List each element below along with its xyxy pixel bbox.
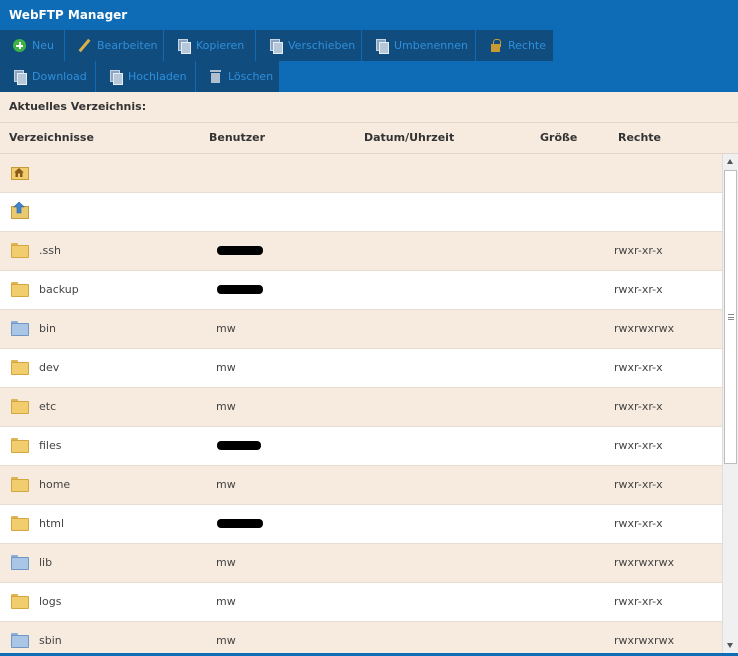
- parent-folder-icon: [11, 202, 29, 219]
- file-name[interactable]: sbin: [39, 622, 62, 653]
- move-button[interactable]: Verschieben: [256, 30, 361, 61]
- rename-icon: [375, 39, 389, 54]
- table-row[interactable]: [0, 193, 722, 232]
- file-name[interactable]: files: [39, 427, 61, 465]
- table-row[interactable]: .ssh rwxr-xr-x: [0, 232, 722, 271]
- table-row[interactable]: html rwxr-xr-x: [0, 505, 722, 544]
- vertical-scrollbar[interactable]: [722, 154, 738, 653]
- file-permissions: rwxr-xr-x: [614, 595, 663, 608]
- linked-folder-icon: [11, 555, 29, 570]
- file-owner: mw: [216, 400, 236, 413]
- table-row[interactable]: backup rwxr-xr-x: [0, 271, 722, 310]
- file-permissions: rwxrwxrwx: [614, 556, 675, 569]
- file-name[interactable]: .ssh: [39, 232, 61, 270]
- column-header-rights[interactable]: Rechte: [618, 123, 661, 153]
- folder-icon: [11, 243, 29, 258]
- folder-icon: [11, 282, 29, 297]
- file-owner: mw: [216, 634, 236, 647]
- file-name[interactable]: lib: [39, 544, 52, 582]
- toolbar-row-2: Download Hochladen Löschen: [0, 61, 738, 92]
- current-directory-label: Aktuelles Verzeichnis:: [0, 92, 738, 123]
- folder-icon: [11, 399, 29, 414]
- file-name[interactable]: logs: [39, 583, 62, 621]
- column-header-date[interactable]: Datum/Uhrzeit: [364, 123, 454, 153]
- file-list: .ssh rwxr-xr-x backup rwxr-xr-x bin mw rwxrwxr…: [0, 154, 722, 653]
- table-row[interactable]: [0, 154, 722, 193]
- rename-button[interactable]: Umbenennen: [362, 30, 475, 61]
- folder-icon: [11, 477, 29, 492]
- file-permissions: rwxr-xr-x: [614, 439, 663, 452]
- download-button[interactable]: Download: [0, 61, 95, 92]
- folder-icon: [11, 438, 29, 453]
- file-permissions: rwxrwxrwx: [614, 634, 675, 647]
- column-header-name[interactable]: Verzeichnisse: [9, 123, 94, 153]
- folder-icon: [11, 360, 29, 375]
- file-owner: mw: [216, 361, 236, 374]
- lock-icon: [489, 39, 502, 52]
- file-name[interactable]: dev: [39, 349, 59, 387]
- scroll-down-arrow-icon[interactable]: [727, 643, 733, 648]
- scroll-up-arrow-icon[interactable]: [727, 159, 733, 164]
- edit-button[interactable]: Bearbeiten: [65, 30, 163, 61]
- linked-folder-icon: [11, 633, 29, 648]
- toolbar-row-1: Neu Bearbeiten Kopieren Verschieben Umbe…: [0, 30, 738, 61]
- file-name[interactable]: bin: [39, 310, 56, 348]
- pencil-icon: [78, 39, 91, 52]
- file-owner: mw: [216, 556, 236, 569]
- table-row[interactable]: etc mw rwxr-xr-x: [0, 388, 722, 427]
- table-row[interactable]: files rwxr-xr-x: [0, 427, 722, 466]
- copy-icon: [177, 39, 191, 54]
- upload-button[interactable]: Hochladen: [96, 61, 195, 92]
- download-icon: [13, 70, 27, 85]
- folder-icon: [11, 516, 29, 531]
- app-title: WebFTP Manager: [9, 8, 128, 22]
- delete-button[interactable]: Löschen: [196, 61, 279, 92]
- trash-icon: [209, 70, 222, 83]
- file-permissions: rwxr-xr-x: [614, 517, 663, 530]
- table-row[interactable]: logs mw rwxr-xr-x: [0, 583, 722, 622]
- redacted-owner: [217, 441, 261, 450]
- file-name[interactable]: etc: [39, 388, 56, 426]
- grip-icon: [728, 314, 734, 320]
- table-header: Verzeichnisse Benutzer Datum/Uhrzeit Grö…: [0, 123, 738, 154]
- home-folder-icon: [11, 165, 29, 180]
- file-permissions: rwxr-xr-x: [614, 283, 663, 296]
- column-header-user[interactable]: Benutzer: [209, 123, 265, 153]
- file-permissions: rwxr-xr-x: [614, 400, 663, 413]
- move-document-icon: [269, 39, 283, 54]
- table-row[interactable]: bin mw rwxrwxrwx: [0, 310, 722, 349]
- table-row[interactable]: home mw rwxr-xr-x: [0, 466, 722, 505]
- redacted-owner: [217, 285, 263, 294]
- new-button[interactable]: Neu: [0, 30, 64, 61]
- file-owner: mw: [216, 595, 236, 608]
- file-permissions: rwxrwxrwx: [614, 322, 675, 335]
- rights-button[interactable]: Rechte: [476, 30, 553, 61]
- table-row[interactable]: lib mw rwxrwxrwx: [0, 544, 722, 583]
- linked-folder-icon: [11, 321, 29, 336]
- column-header-size[interactable]: Größe: [540, 123, 577, 153]
- plus-circle-icon: [13, 39, 26, 52]
- folder-icon: [11, 594, 29, 609]
- file-permissions: rwxr-xr-x: [614, 478, 663, 491]
- file-name[interactable]: html: [39, 505, 64, 543]
- redacted-owner: [217, 246, 263, 255]
- copy-button[interactable]: Kopieren: [164, 30, 255, 61]
- file-name[interactable]: backup: [39, 271, 79, 309]
- app-title-bar: WebFTP Manager: [0, 0, 738, 30]
- scrollbar-thumb[interactable]: [724, 170, 737, 464]
- upload-icon: [109, 70, 123, 85]
- redacted-owner: [217, 519, 263, 528]
- file-permissions: rwxr-xr-x: [614, 361, 663, 374]
- file-owner: mw: [216, 478, 236, 491]
- table-row[interactable]: sbin mw rwxrwxrwx: [0, 622, 722, 653]
- file-permissions: rwxr-xr-x: [614, 244, 663, 257]
- file-name[interactable]: home: [39, 466, 70, 504]
- table-row[interactable]: dev mw rwxr-xr-x: [0, 349, 722, 388]
- file-owner: mw: [216, 322, 236, 335]
